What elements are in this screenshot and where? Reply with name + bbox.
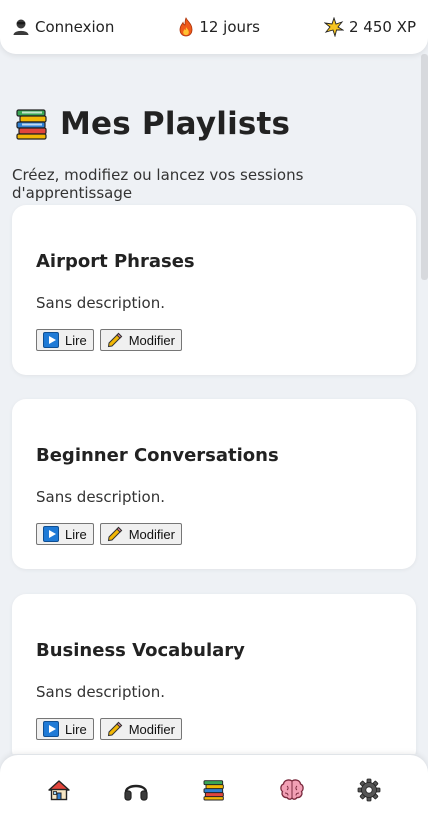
playlist-card: Beginner Conversations Sans description.… bbox=[12, 399, 416, 569]
edit-button[interactable]: Modifier bbox=[99, 329, 182, 351]
playlist-description: Sans description. bbox=[36, 294, 165, 312]
edit-button[interactable]: Modifier bbox=[99, 523, 182, 545]
books-icon bbox=[203, 780, 224, 801]
playlist-description: Sans description. bbox=[36, 488, 165, 506]
page-title: Mes Playlists bbox=[60, 106, 291, 142]
edit-label: Modifier bbox=[128, 721, 175, 737]
playlist-actions: Lire Modifier bbox=[36, 329, 182, 351]
play-icon bbox=[43, 332, 59, 348]
main-content: Mes Playlists Créez, modifiez ou lancez … bbox=[0, 54, 428, 754]
playlist-actions: Lire Modifier bbox=[36, 523, 182, 545]
pencil-icon bbox=[107, 526, 122, 542]
page-subtitle: Créez, modifiez ou lancez vos sessions d… bbox=[12, 166, 304, 202]
nav-home[interactable] bbox=[39, 770, 79, 810]
nav-listen[interactable] bbox=[116, 770, 156, 810]
bottom-nav bbox=[0, 755, 428, 825]
nav-review[interactable] bbox=[272, 770, 312, 810]
play-label: Lire bbox=[65, 526, 87, 542]
xp-indicator: 2 450 XP bbox=[323, 17, 416, 37]
play-label: Lire bbox=[65, 332, 87, 348]
xp-label: 2 450 XP bbox=[348, 18, 416, 36]
playlist-title: Airport Phrases bbox=[36, 251, 195, 272]
playlist-card: Airport Phrases Sans description. Lire M… bbox=[12, 205, 416, 375]
books-icon bbox=[16, 109, 47, 140]
fire-icon bbox=[179, 17, 193, 37]
playlist-card: Business Vocabulary Sans description. Li… bbox=[12, 594, 416, 754]
user-silhouette-icon bbox=[13, 19, 29, 35]
nav-settings[interactable] bbox=[349, 770, 389, 810]
login-label: Connexion bbox=[35, 18, 115, 36]
playlist-description: Sans description. bbox=[36, 683, 165, 701]
pencil-icon bbox=[107, 721, 122, 737]
play-button[interactable]: Lire bbox=[36, 329, 94, 351]
play-icon bbox=[43, 721, 59, 737]
brain-icon bbox=[279, 779, 304, 800]
playlist-actions: Lire Modifier bbox=[36, 718, 182, 740]
streak-indicator: 12 jours bbox=[178, 17, 260, 37]
edit-label: Modifier bbox=[128, 332, 175, 348]
play-button[interactable]: Lire bbox=[36, 718, 94, 740]
playlist-title: Business Vocabulary bbox=[36, 640, 245, 661]
sparkle-icon bbox=[323, 17, 344, 37]
play-button[interactable]: Lire bbox=[36, 523, 94, 545]
play-label: Lire bbox=[65, 721, 87, 737]
streak-label: 12 jours bbox=[199, 18, 261, 36]
playlist-title: Beginner Conversations bbox=[36, 445, 279, 466]
pencil-icon bbox=[107, 332, 122, 348]
edit-label: Modifier bbox=[128, 526, 175, 542]
top-bar: Connexion 12 jours 2 450 XP bbox=[0, 0, 428, 54]
gear-icon bbox=[357, 778, 381, 802]
house-icon bbox=[48, 780, 70, 801]
page-header: Mes Playlists bbox=[14, 106, 290, 142]
edit-button[interactable]: Modifier bbox=[99, 718, 182, 740]
headphones-icon bbox=[124, 784, 148, 801]
login-link[interactable]: Connexion bbox=[12, 18, 114, 36]
play-icon bbox=[43, 526, 59, 542]
nav-playlists[interactable] bbox=[194, 770, 234, 810]
